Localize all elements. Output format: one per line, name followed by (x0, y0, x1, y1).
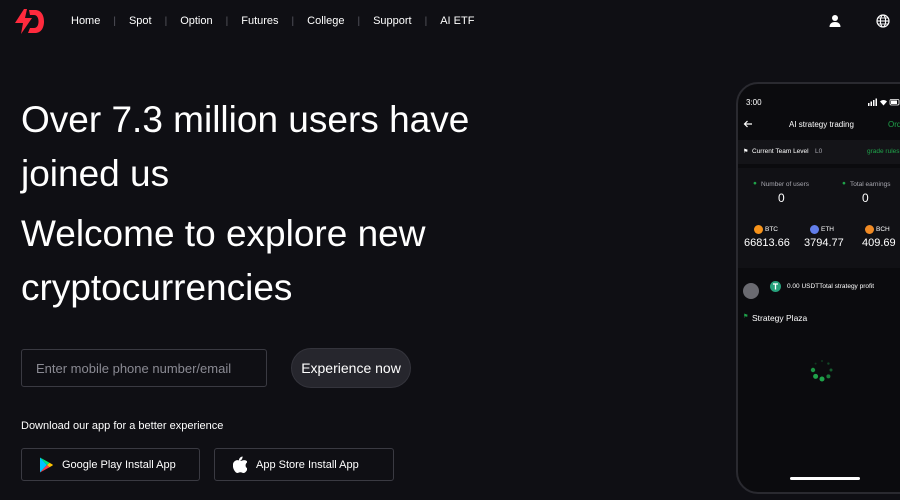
eth-coin-icon (810, 225, 819, 234)
phone-home-indicator (790, 477, 860, 480)
hero-subheadline-line-1: Welcome to explore new (21, 213, 426, 254)
nav-college[interactable]: College (294, 15, 357, 27)
phone-profit-text: 0.00 USDTTotal strategy profit (787, 283, 875, 290)
eth-price: 3794.77 (804, 237, 844, 249)
nav-spot[interactable]: Spot (116, 15, 165, 27)
phone-users-value: 0 (778, 191, 785, 205)
phone-page-title: AI strategy trading (789, 120, 854, 129)
eth-label: ETH (821, 226, 834, 233)
bch-coin-icon (865, 225, 874, 234)
hero-headline-line-2: joined us (21, 153, 170, 194)
hero-subheadline-line-2: cryptocurrencies (21, 267, 293, 308)
phone-strategy-plaza-title: Strategy Plaza (752, 313, 808, 323)
phone-earnings-label: Total earnings (850, 181, 891, 188)
phone-team-level-label: Current Team Level (752, 148, 809, 155)
logo-icon[interactable] (12, 8, 44, 35)
phone-avatar (743, 283, 759, 299)
phone-email-input[interactable] (21, 349, 267, 387)
phone-status-icons (868, 98, 900, 106)
back-arrow-icon[interactable] (743, 120, 753, 128)
phone-earnings-value: 0 (862, 191, 869, 205)
phone-status-time: 3:00 (746, 98, 762, 107)
bch-price: 409.69 (862, 237, 896, 249)
btc-price: 66813.66 (744, 237, 790, 249)
nav-ai-etf[interactable]: AI ETF (427, 15, 487, 27)
top-navbar: Home | Spot | Option | Futures | College… (0, 0, 900, 42)
bch-label: BCH (876, 226, 890, 233)
phone-plaza-icon: ⚑ (743, 314, 749, 320)
nav-futures[interactable]: Futures (228, 15, 291, 27)
btc-label: BTC (765, 226, 778, 233)
user-icon[interactable] (827, 13, 843, 29)
google-play-install-button[interactable]: Google Play Install App (21, 448, 200, 481)
phone-orders-link[interactable]: Ord (888, 120, 900, 129)
download-prompt: Download our app for a better experience (21, 420, 224, 432)
nav-home[interactable]: Home (58, 15, 113, 27)
app-store-install-button[interactable]: App Store Install App (214, 448, 394, 481)
nav-support[interactable]: Support (360, 15, 425, 27)
apple-icon (233, 456, 247, 473)
usdt-icon (770, 281, 781, 292)
phone-users-label: Number of users (761, 181, 810, 188)
globe-icon[interactable] (875, 13, 891, 29)
google-play-icon (40, 457, 53, 472)
phone-users-icon: ● (753, 180, 757, 187)
phone-team-level-value: L0 (815, 148, 823, 155)
hero-headline-line-1: Over 7.3 million users have (21, 99, 470, 140)
app-store-label: App Store Install App (256, 458, 359, 471)
phone-mockup: 3:00 AI strategy trading Ord ⚑ Current T… (736, 82, 900, 494)
btc-coin-icon (754, 225, 763, 234)
phone-earnings-icon: ● (842, 180, 846, 187)
phone-grade-rules-link[interactable]: grade rules (867, 148, 900, 155)
nav-option[interactable]: Option (167, 15, 225, 27)
loading-spinner-icon (810, 360, 833, 382)
main-nav: Home | Spot | Option | Futures | College… (58, 0, 487, 42)
experience-now-button[interactable]: Experience now (291, 348, 411, 388)
phone-flag-icon: ⚑ (743, 149, 749, 155)
google-play-label: Google Play Install App (62, 458, 176, 471)
